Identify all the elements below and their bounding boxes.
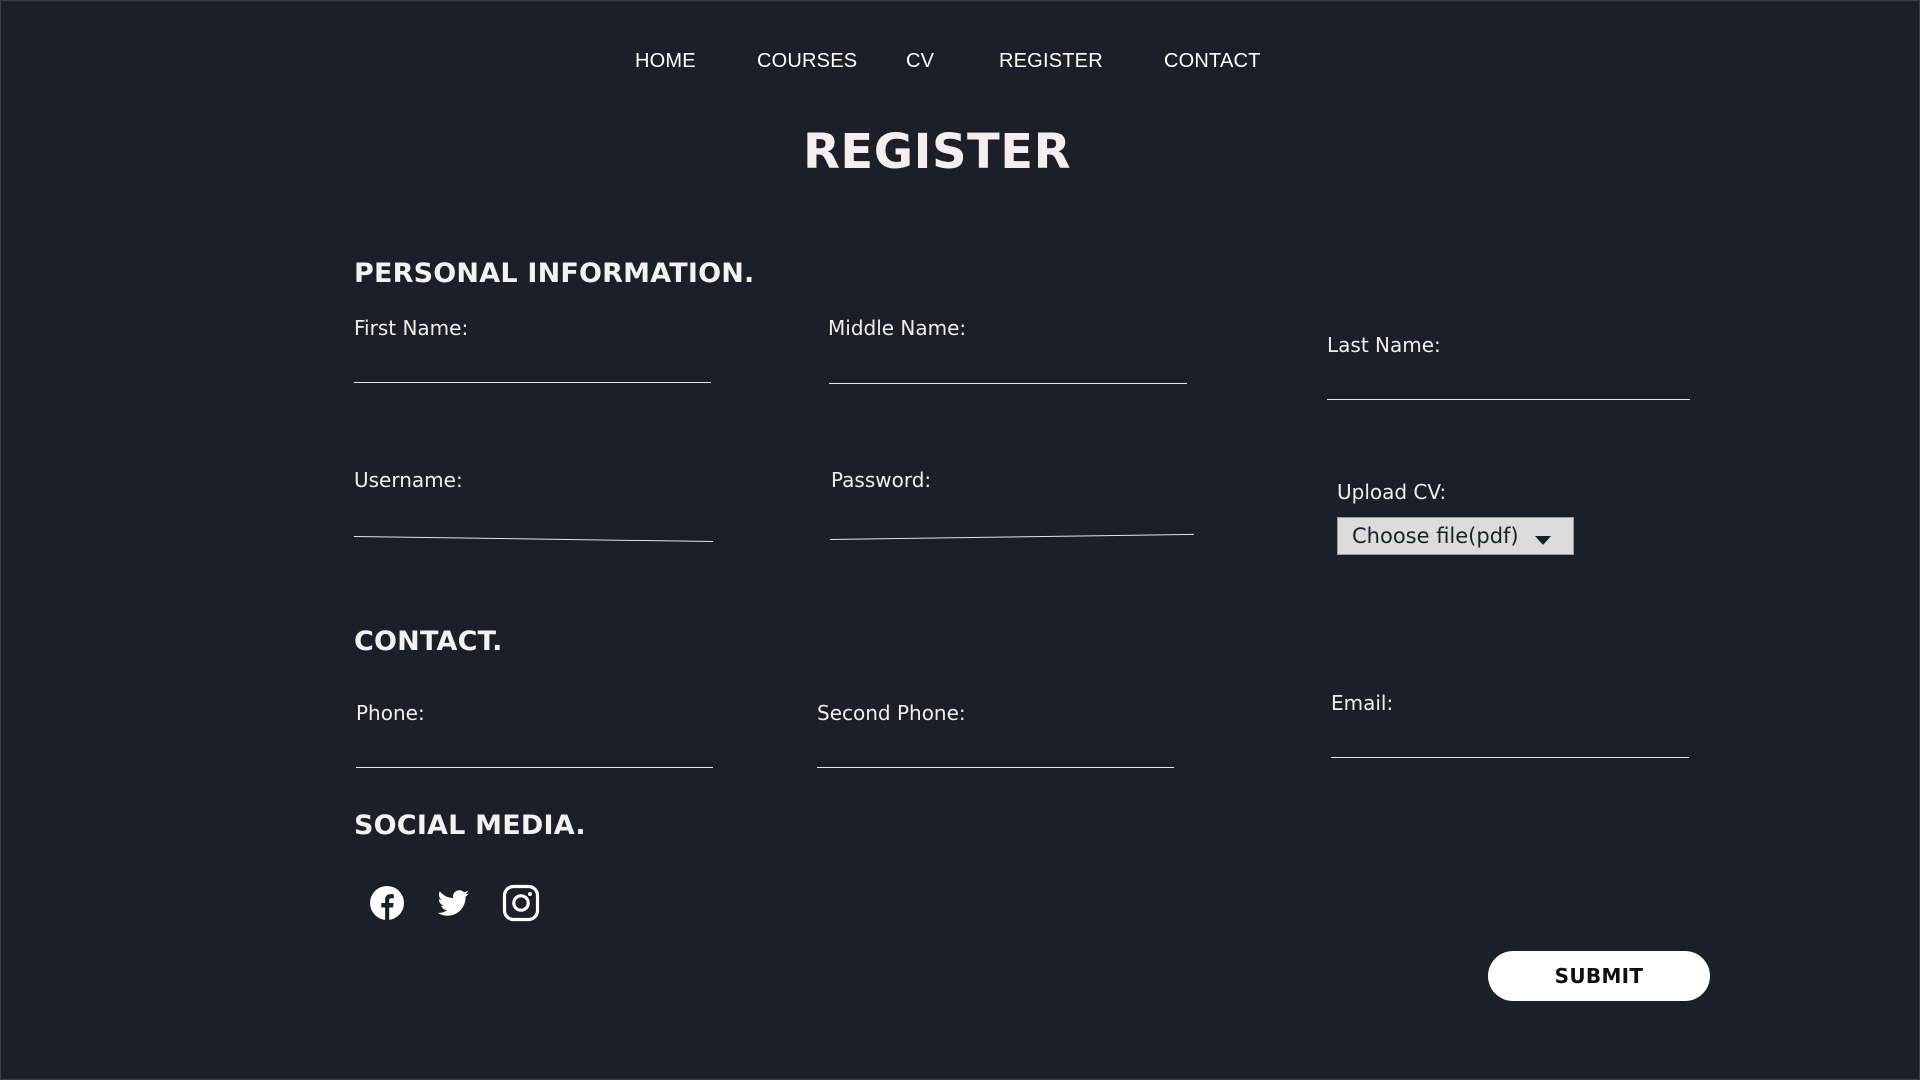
middle-name-input[interactable] [829, 358, 1187, 384]
upload-cv-select[interactable]: Choose file(pdf) [1337, 517, 1574, 555]
nav-cv[interactable]: CV [906, 50, 934, 73]
email-label: Email: [1331, 691, 1394, 715]
first-name-label: First Name: [354, 316, 469, 340]
first-name-input[interactable] [354, 357, 711, 383]
chevron-down-icon [1535, 536, 1551, 545]
social-media-heading: SOCIAL MEDIA. [354, 810, 586, 841]
submit-button[interactable]: SUBMIT [1488, 951, 1710, 1001]
twitter-icon[interactable] [433, 883, 473, 923]
main-nav: HOME COURSES CV REGISTER CONTACT [0, 50, 1920, 80]
personal-info-heading: PERSONAL INFORMATION. [354, 258, 755, 289]
password-label: Password: [831, 468, 932, 492]
last-name-label: Last Name: [1327, 333, 1441, 357]
last-name-input[interactable] [1327, 374, 1690, 400]
instagram-icon[interactable] [501, 883, 541, 923]
nav-home[interactable]: HOME [635, 50, 696, 73]
middle-name-label: Middle Name: [828, 316, 967, 340]
nav-contact[interactable]: CONTACT [1164, 50, 1261, 73]
upload-cv-select-value: Choose file(pdf) [1352, 524, 1519, 548]
nav-register[interactable]: REGISTER [999, 50, 1103, 73]
username-label: Username: [354, 468, 463, 492]
upload-cv-label: Upload CV: [1337, 480, 1447, 504]
page-title: REGISTER [802, 124, 1072, 180]
second-phone-label: Second Phone: [817, 701, 966, 725]
second-phone-input[interactable] [817, 742, 1174, 768]
contact-heading: CONTACT. [354, 626, 503, 657]
nav-courses[interactable]: COURSES [757, 50, 857, 73]
username-input[interactable] [354, 511, 714, 543]
facebook-icon[interactable] [367, 883, 407, 923]
email-input[interactable] [1331, 732, 1689, 758]
phone-input[interactable] [356, 742, 713, 768]
password-input[interactable] [829, 508, 1194, 540]
phone-label: Phone: [356, 701, 425, 725]
